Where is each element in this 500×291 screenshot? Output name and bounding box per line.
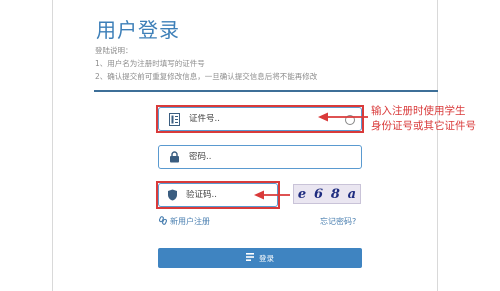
register-link-label: 新用户注册	[170, 217, 210, 226]
annotation-line-1: 输入注册时使用学生	[371, 105, 466, 117]
login-icon	[246, 253, 254, 263]
login-button-label: 登录	[259, 253, 274, 263]
register-link[interactable]: 新用户注册	[158, 216, 210, 227]
forgot-password-link[interactable]: 忘记密码?	[320, 216, 356, 227]
arrow-to-id-field	[318, 112, 368, 122]
arrow-to-captcha-field	[254, 190, 290, 200]
login-button[interactable]: 登录	[158, 248, 362, 268]
annotation-text: 输入注册时使用学生 身份证号或其它证件号	[371, 104, 476, 134]
annotation-line-2: 身份证号或其它证件号	[371, 120, 476, 132]
link-icon	[158, 216, 167, 227]
